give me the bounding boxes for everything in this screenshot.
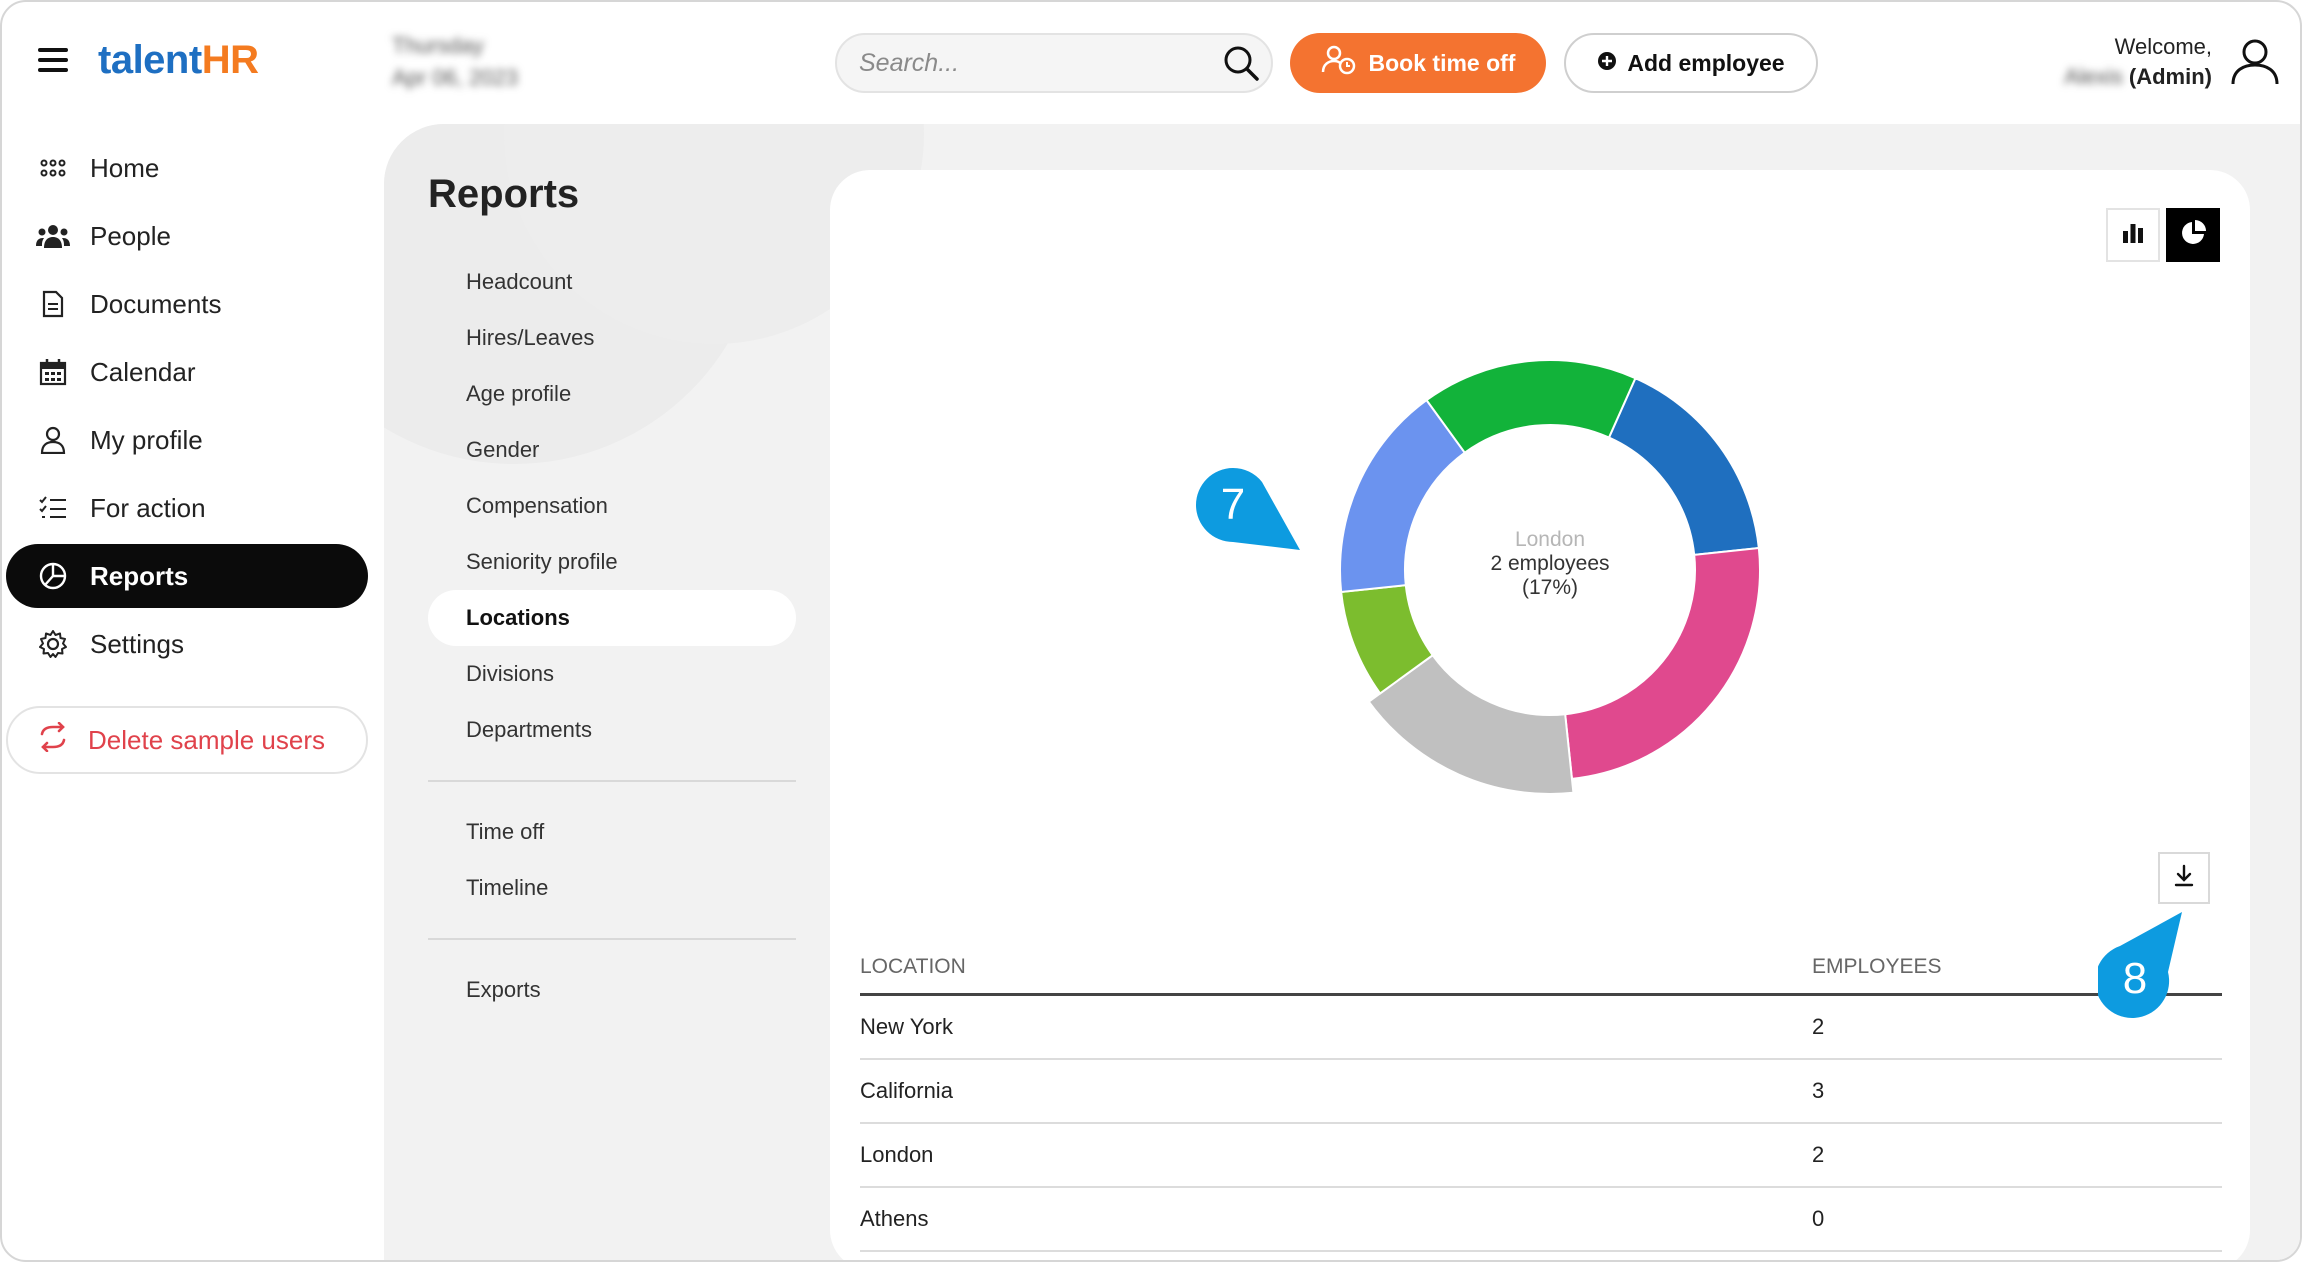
plus-circle-icon <box>1597 50 1617 77</box>
submenu-item-exports[interactable]: Exports <box>428 962 796 1018</box>
table-row: Athens 0 <box>860 1188 2222 1252</box>
search-input[interactable] <box>859 48 1211 78</box>
cell-location: New York <box>860 1014 953 1039</box>
welcome-text: Welcome, Alexis (Admin) <box>2064 34 2212 89</box>
user-avatar-icon[interactable] <box>2226 32 2284 90</box>
center-location: London <box>1514 528 1586 551</box>
report-card: London 2 employees (17%) LOCATION EMPLOY… <box>830 170 2250 1260</box>
column-header-location[interactable]: LOCATION <box>860 955 1812 979</box>
cell-location: London <box>860 1142 934 1167</box>
table-header: LOCATION EMPLOYEES <box>860 940 2222 996</box>
add-employee-button[interactable]: Add employee <box>1564 33 1818 93</box>
bar-chart-icon <box>2121 222 2145 249</box>
locations-table: LOCATION EMPLOYEES New York 2 California… <box>860 940 2222 1252</box>
center-percent: (17%) <box>1521 576 1579 599</box>
callout-marker-7: 7 <box>1196 468 1306 563</box>
cell-employees: 3 <box>1812 1078 1825 1103</box>
page-title: Reports <box>428 172 580 216</box>
sidebar-item-my-profile[interactable]: My profile <box>6 408 368 472</box>
pie-chart-view-button[interactable] <box>2166 208 2220 262</box>
cell-location: Athens <box>860 1206 929 1231</box>
sidebar-item-home[interactable]: Home <box>6 136 368 200</box>
logo[interactable]: talentHR <box>98 38 259 83</box>
submenu-item-timeline[interactable]: Timeline <box>428 860 796 916</box>
chart-center-label: London 2 employees (17%) <box>1300 528 1800 600</box>
sidebar-item-settings[interactable]: Settings <box>6 612 368 676</box>
submenu-item-hires-leaves[interactable]: Hires/Leaves <box>428 310 796 366</box>
submenu-item-gender[interactable]: Gender <box>428 422 796 478</box>
download-button[interactable] <box>2158 852 2210 904</box>
document-icon <box>36 287 70 321</box>
divider <box>428 938 796 940</box>
chart-view-toggle <box>2106 208 2220 262</box>
search-box[interactable] <box>835 33 1273 93</box>
sidebar-nav: Home People Documents Calendar My profil… <box>2 136 372 680</box>
submenu-item-divisions[interactable]: Divisions <box>428 646 796 702</box>
cell-location: California <box>860 1078 953 1103</box>
submenu-item-compensation[interactable]: Compensation <box>428 478 796 534</box>
grid-icon <box>36 151 70 185</box>
download-icon <box>2173 864 2195 893</box>
book-time-off-button[interactable]: Book time off <box>1290 33 1546 93</box>
refresh-icon <box>38 721 68 759</box>
user-icon <box>36 423 70 457</box>
pie-chart-icon <box>2179 219 2207 252</box>
reports-submenu: Headcount Hires/Leaves Age profile Gende… <box>428 254 796 1018</box>
table-row: California 3 <box>860 1060 2222 1124</box>
sidebar-item-documents[interactable]: Documents <box>6 272 368 336</box>
calendar-icon <box>36 355 70 389</box>
submenu-item-time-off[interactable]: Time off <box>428 804 796 860</box>
search-icon[interactable] <box>1211 35 1271 91</box>
people-icon <box>36 219 70 253</box>
sidebar-item-calendar[interactable]: Calendar <box>6 340 368 404</box>
submenu-item-locations[interactable]: Locations <box>428 590 796 646</box>
submenu-item-departments[interactable]: Departments <box>428 702 796 758</box>
menu-icon[interactable] <box>38 48 68 72</box>
sidebar-item-for-action[interactable]: For action <box>6 476 368 540</box>
current-date: Thursday Apr 06, 2023 <box>392 33 518 90</box>
table-row: London 2 <box>860 1124 2222 1188</box>
callout-marker-8: 8 <box>2095 912 2188 1027</box>
gear-icon <box>36 627 70 661</box>
divider <box>428 780 796 782</box>
sidebar-item-people[interactable]: People <box>6 204 368 268</box>
submenu-item-headcount[interactable]: Headcount <box>428 254 796 310</box>
submenu-item-seniority-profile[interactable]: Seniority profile <box>428 534 796 590</box>
bar-chart-view-button[interactable] <box>2106 208 2160 262</box>
donut-slice-unlabeled-3[interactable] <box>1425 359 1637 455</box>
pie-chart-icon <box>36 559 70 593</box>
submenu-item-age-profile[interactable]: Age profile <box>428 366 796 422</box>
donut-chart: London 2 employees (17%) <box>1300 340 1800 800</box>
cell-employees: 2 <box>1812 1142 1825 1167</box>
checklist-icon <box>36 491 70 525</box>
center-count: 2 employees <box>1490 552 1610 575</box>
cell-employees: 0 <box>1812 1206 1825 1231</box>
delete-sample-users-button[interactable]: Delete sample users <box>6 706 368 774</box>
sidebar-item-reports[interactable]: Reports <box>6 544 368 608</box>
user-clock-icon <box>1321 44 1357 82</box>
table-row: New York 2 <box>860 996 2222 1060</box>
app-window: talentHR Thursday Apr 06, 2023 Book time… <box>0 0 2302 1262</box>
